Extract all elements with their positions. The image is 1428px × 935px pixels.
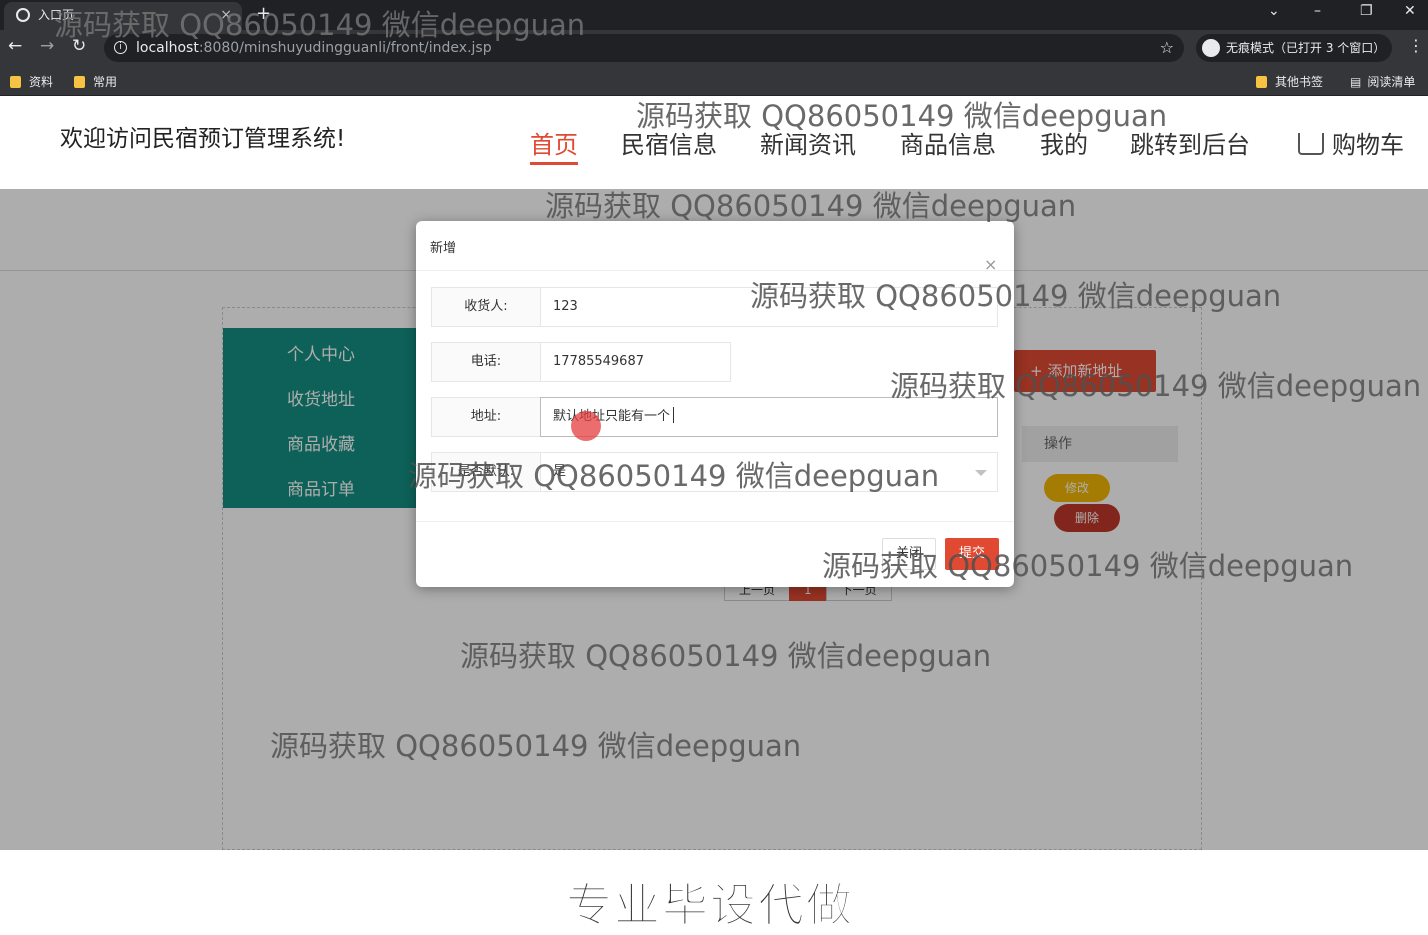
mouse-pointer-indicator [571,411,601,441]
watermark: 源码获取 QQ86050149 微信deepguan [408,459,940,493]
reading-list[interactable]: ▤ 阅读清单 [1350,73,1415,90]
site-title: 欢迎访问民宿预订管理系统! [60,126,346,152]
watermark: 源码获取 QQ86050149 微信deepguan [750,279,1282,313]
watermark: 源码获取 QQ86050149 微信deepguan [636,99,1168,133]
reading-list-label: 阅读清单 [1367,75,1416,89]
globe-icon [16,8,30,22]
back-icon[interactable]: ← [8,36,22,56]
watermark: 源码获取 QQ86050149 微信deepguan [460,639,992,673]
receiver-label: 收货人: [431,287,541,327]
restore-icon[interactable]: ❐ [1360,3,1373,19]
divider [416,270,1014,271]
folder-icon [74,76,85,88]
reading-list-icon: ▤ [1350,75,1362,89]
incognito-label: 无痕模式（已打开 3 个窗口） [1226,41,1386,55]
watermark: 源码获取 QQ86050149 微信deepguan [822,549,1354,583]
watermark: 源码获取 QQ86050149 微信deepguan [54,8,586,42]
minimize-icon[interactable]: – [1314,3,1321,19]
browser-menu-icon[interactable]: ⋮ [1408,36,1424,55]
forward-icon[interactable]: → [40,36,54,56]
nav-cart[interactable]: 购物车 [1298,125,1404,160]
incognito-icon [1202,39,1220,57]
watermark: 源码获取 QQ86050149 微信deepguan [890,369,1422,403]
folder-icon [10,76,21,88]
phone-label: 电话: [431,342,541,382]
bookmark-label: 其他书签 [1275,75,1324,89]
bookmarks-bar: 资料 常用 其他书签 ▤ 阅读清单 [0,66,1428,96]
close-icon[interactable]: × [984,255,997,274]
text-cursor [673,407,675,423]
nav-cart-label: 购物车 [1332,131,1404,159]
bookmark-folder[interactable]: 其他书签 [1256,73,1323,90]
promo-banner: 专业毕设代做 [566,878,854,933]
cart-icon [1298,133,1324,155]
chevron-down-icon [975,470,987,476]
bookmark-label: 资料 [29,75,54,89]
window-close-icon[interactable]: ✕ [1404,3,1416,19]
watermark: 源码获取 QQ86050149 微信deepguan [545,189,1077,223]
tab-search-icon[interactable]: ⌄ [1268,3,1280,19]
nav-home[interactable]: 首页 [530,125,578,165]
bookmark-star-icon[interactable]: ☆ [1160,34,1174,62]
address-label: 地址: [431,397,541,437]
bookmark-folder[interactable]: 常用 [74,73,117,90]
folder-icon [1256,76,1267,88]
phone-input[interactable]: 17785549687 [540,342,731,382]
incognito-indicator[interactable]: 无痕模式（已打开 3 个窗口） [1196,34,1392,62]
dialog-title: 新增 [430,241,457,256]
watermark: 源码获取 QQ86050149 微信deepguan [270,729,802,763]
divider [416,521,1014,522]
bookmark-label: 常用 [93,75,118,89]
bookmark-folder[interactable]: 资料 [10,73,53,90]
